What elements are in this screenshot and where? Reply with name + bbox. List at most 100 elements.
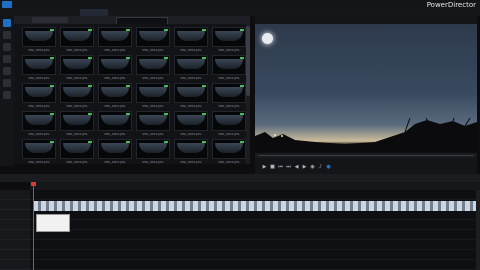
checkmark-icon: [240, 85, 244, 87]
stop-icon[interactable]: ■: [270, 165, 275, 170]
checkmark-icon: [164, 141, 168, 143]
clip-tooltip: [36, 214, 70, 232]
thumbnail-caption: IMG_0001.JPG: [28, 76, 50, 80]
media-thumbnail[interactable]: [60, 27, 94, 47]
track-header[interactable]: [0, 210, 30, 220]
video-clip-strip[interactable]: [33, 201, 478, 211]
media-thumbnail[interactable]: [136, 55, 170, 75]
media-thumbnail[interactable]: [22, 111, 56, 131]
checkmark-icon: [126, 85, 130, 87]
track-lane[interactable]: [30, 190, 480, 200]
media-thumbnail[interactable]: [212, 83, 246, 103]
snapshot-icon[interactable]: ◉: [310, 165, 315, 170]
checkmark-icon: [240, 113, 244, 115]
track-header[interactable]: [0, 220, 30, 230]
track-header[interactable]: [0, 230, 30, 240]
tab-produce[interactable]: [108, 9, 114, 16]
timeline-scrollbar[interactable]: [476, 190, 480, 270]
media-thumbnail[interactable]: [212, 139, 246, 159]
media-thumbnail[interactable]: [22, 55, 56, 75]
media-thumbnail[interactable]: [60, 55, 94, 75]
next-frame-icon[interactable]: ⏭: [286, 165, 291, 170]
media-thumbnail[interactable]: [60, 111, 94, 131]
track-header[interactable]: [0, 190, 30, 200]
media-thumbnail[interactable]: [22, 27, 56, 47]
media-thumbnail[interactable]: [98, 139, 132, 159]
media-thumbnail[interactable]: [136, 111, 170, 131]
media-thumbnail[interactable]: [136, 83, 170, 103]
checkmark-icon: [202, 29, 206, 31]
track-lane[interactable]: [30, 220, 480, 230]
thumbnail-caption: IMG_0001.JPG: [104, 104, 126, 108]
checkmark-icon: [240, 57, 244, 59]
title-room-icon[interactable]: [3, 55, 11, 63]
thumbnail-caption: IMG_0001.JPG: [142, 48, 164, 52]
tab-create-disc[interactable]: [140, 9, 146, 16]
media-thumbnail[interactable]: [174, 55, 208, 75]
media-thumbnail[interactable]: [174, 83, 208, 103]
checkmark-icon: [202, 57, 206, 59]
media-thumbnail[interactable]: [98, 111, 132, 131]
media-thumbnail[interactable]: [136, 139, 170, 159]
prev-frame-icon[interactable]: ⏮: [278, 165, 283, 170]
track-lane[interactable]: [30, 260, 480, 270]
fx-room-icon[interactable]: [3, 31, 11, 39]
volume-icon[interactable]: ♪: [318, 165, 323, 170]
pip-room-icon[interactable]: [3, 43, 11, 51]
thumbnail-caption: IMG_0001.JPG: [142, 76, 164, 80]
checkmark-icon: [50, 29, 54, 31]
checkmark-icon: [240, 29, 244, 31]
media-thumbnail[interactable]: [174, 27, 208, 47]
media-thumbnail[interactable]: [212, 55, 246, 75]
media-thumbnail[interactable]: [60, 139, 94, 159]
audio-room-icon[interactable]: [3, 79, 11, 87]
media-thumbnail[interactable]: [136, 27, 170, 47]
play-icon[interactable]: ▶: [262, 165, 267, 170]
playhead[interactable]: [33, 182, 34, 270]
thumbnail-caption: IMG_0001.JPG: [28, 104, 50, 108]
transition-room-icon[interactable]: [3, 67, 11, 75]
track-lane[interactable]: [30, 210, 480, 220]
media-thumbnail[interactable]: [98, 55, 132, 75]
track-lane[interactable]: [30, 230, 480, 240]
checkmark-icon: [164, 57, 168, 59]
media-room-icon[interactable]: [3, 19, 11, 27]
tab-capture[interactable]: [26, 9, 32, 16]
timeline-ruler[interactable]: [30, 182, 480, 190]
media-thumbnail[interactable]: [22, 83, 56, 103]
media-thumbnail[interactable]: [98, 27, 132, 47]
track-lane[interactable]: [30, 240, 480, 250]
media-thumbnail[interactable]: [174, 139, 208, 159]
media-thumbnail[interactable]: [212, 27, 246, 47]
thumbnail-caption: IMG_0001.JPG: [142, 132, 164, 136]
library-filter-dropdown[interactable]: [32, 17, 68, 23]
scrub-track[interactable]: [258, 155, 474, 156]
thumbnail-caption: IMG_0001.JPG: [28, 48, 50, 52]
thumbnail-caption: IMG_0001.JPG: [66, 104, 88, 108]
track-header[interactable]: [0, 250, 30, 260]
library-scroll-thumb[interactable]: [246, 26, 250, 96]
tab-edit[interactable]: [54, 9, 60, 16]
media-thumbnail[interactable]: [22, 139, 56, 159]
thumbnail-caption: IMG_0001.JPG: [180, 104, 202, 108]
thumbnail-caption: IMG_0001.JPG: [142, 160, 164, 164]
fullscreen-icon[interactable]: ●: [326, 165, 331, 170]
media-thumbnail[interactable]: [174, 111, 208, 131]
checkmark-icon: [126, 113, 130, 115]
forward-icon[interactable]: ▶: [302, 165, 307, 170]
thumbnail-caption: IMG_0001.JPG: [142, 104, 164, 108]
media-thumbnail[interactable]: [98, 83, 132, 103]
media-thumbnail[interactable]: [60, 83, 94, 103]
thumbnail-caption: IMG_0001.JPG: [104, 76, 126, 80]
checkmark-icon: [164, 85, 168, 87]
checkmark-icon: [88, 141, 92, 143]
media-thumbnail[interactable]: [212, 111, 246, 131]
track-lane[interactable]: [30, 250, 480, 260]
track-header[interactable]: [0, 200, 30, 210]
rewind-icon[interactable]: ◀: [294, 165, 299, 170]
chapter-room-icon[interactable]: [3, 91, 11, 99]
track-header[interactable]: [0, 240, 30, 250]
track-header[interactable]: [0, 260, 30, 270]
tab-edit-active[interactable]: [80, 9, 108, 16]
playhead-handle[interactable]: [31, 182, 36, 186]
